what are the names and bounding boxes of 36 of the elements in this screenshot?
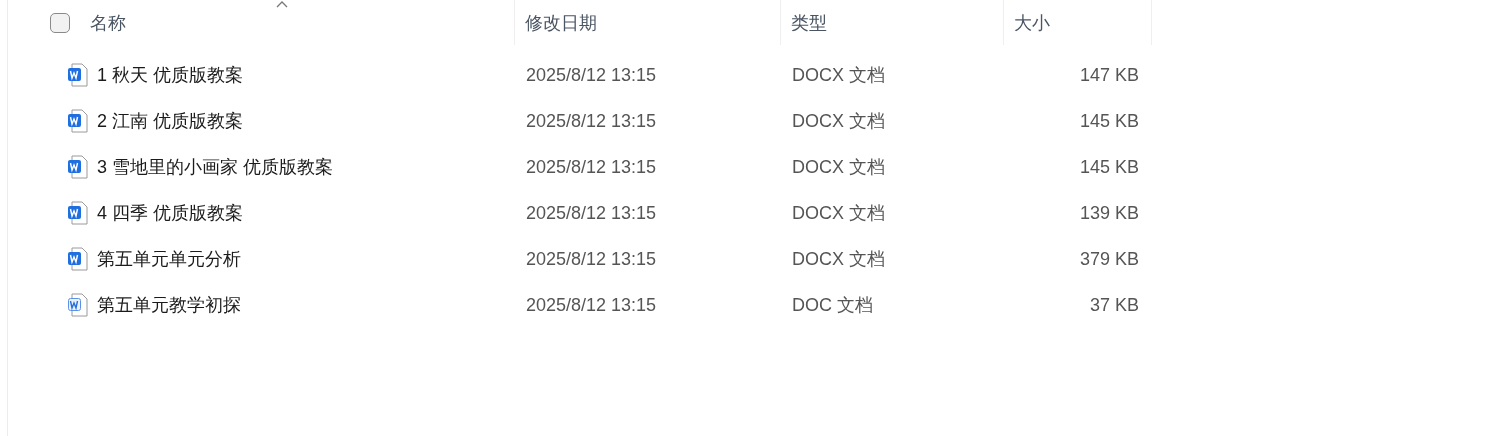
file-type: DOC 文档: [792, 295, 873, 315]
file-size: 139 KB: [1079, 202, 1139, 223]
file-name[interactable]: 1 秋天 优质版教案: [97, 63, 243, 87]
file-size: 147 KB: [1079, 64, 1139, 85]
column-header[interactable]: 名称: [90, 10, 126, 35]
file-name[interactable]: 4 四季 优质版教案: [97, 201, 243, 225]
word-document-icon: [67, 108, 89, 134]
file-size: 145 KB: [1079, 110, 1139, 131]
modified-date: 2025/8/12 13:15: [526, 294, 657, 315]
word-document-icon: [67, 154, 89, 180]
file-type: DOCX 文档: [792, 157, 885, 177]
file-type: DOCX 文档: [792, 203, 885, 223]
file-type: DOCX 文档: [792, 65, 885, 85]
file-name[interactable]: 2 江南 优质版教案: [97, 109, 243, 133]
file-name[interactable]: 3 雪地里的小画家 优质版教案: [97, 155, 333, 179]
modified-date: 2025/8/12 13:15: [526, 156, 657, 177]
select-all-checkbox[interactable]: [50, 12, 70, 33]
file-name[interactable]: 第五单元教学初探: [97, 293, 241, 317]
column-header[interactable]: 修改日期: [525, 10, 597, 35]
sort-caret-icon: [275, 0, 289, 9]
file-size: 379 KB: [1079, 248, 1139, 269]
modified-date: 2025/8/12 13:15: [526, 64, 657, 85]
file-type: DOCX 文档: [792, 249, 885, 269]
word-document-icon: [67, 246, 89, 272]
file-type: DOCX 文档: [792, 111, 885, 131]
word-document-icon: [67, 200, 89, 226]
modified-date: 2025/8/12 13:15: [526, 248, 657, 269]
column-header[interactable]: 类型: [791, 10, 827, 35]
file-size: 145 KB: [1079, 156, 1139, 177]
file-name[interactable]: 第五单元单元分析: [97, 247, 241, 271]
modified-date: 2025/8/12 13:15: [526, 110, 657, 131]
column-header[interactable]: 大小: [1014, 10, 1050, 35]
modified-date: 2025/8/12 13:15: [526, 202, 657, 223]
word-document-icon: [67, 62, 89, 88]
file-size: 37 KB: [1089, 294, 1139, 315]
word-document-icon: [67, 292, 89, 318]
